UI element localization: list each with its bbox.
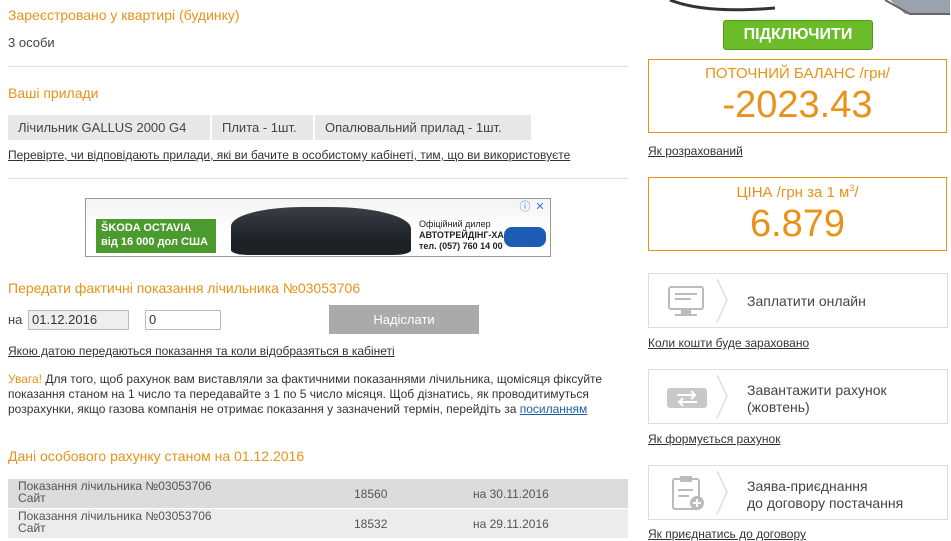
device-tag-meter: Лічильник GALLUS 2000 G4 <box>8 115 210 140</box>
check-devices-link[interactable]: Перевірте, чи відповідають прилади, які … <box>8 148 570 162</box>
pay-online-label: Заплатити онлайн <box>747 293 866 309</box>
submit-reading-button[interactable]: Надіслати <box>329 305 479 334</box>
info-icon[interactable]: ⓘ <box>518 200 532 214</box>
ad-brand: ŠKODA OCTAVIA <box>101 222 192 234</box>
payment-timing-link[interactable]: Коли кошти буде зараховано <box>648 336 809 350</box>
contract-line2: до договору постачання <box>747 495 904 511</box>
row-date: на 29.11.2016 <box>473 517 549 531</box>
price-title-main: ЦІНА /грн за 1 м <box>736 184 850 201</box>
download-bill-button[interactable]: Завантажити рахунок (жовтень) <box>648 369 948 424</box>
dealer-logo-icon <box>504 227 546 247</box>
price-title-end: / <box>854 184 859 201</box>
contract-application-label: Заява-приєднання до договору постачання <box>747 478 903 512</box>
row-date: на 30.11.2016 <box>473 487 549 501</box>
computer-icon <box>668 286 704 316</box>
download-bill-line1: Завантажити рахунок <box>747 382 887 398</box>
row-source: Сайт <box>18 521 46 535</box>
device-tag-stove: Плита - 1шт. <box>212 115 313 140</box>
car-image <box>231 207 411 255</box>
account-heading: Дані особового рахунку станом на 01.12.2… <box>8 448 305 464</box>
table-row: Показання лічильника №03053706 Сайт 18532… <box>8 509 628 538</box>
chevron-right-icon <box>716 470 728 515</box>
laptop-image <box>669 0 950 15</box>
contract-application-button[interactable]: Заява-приєднання до договору постачання <box>648 465 948 520</box>
download-bill-line2: (жовтень) <box>747 399 810 415</box>
row-source: Сайт <box>18 491 46 505</box>
reading-date-field[interactable]: 01.12.2016 <box>28 310 129 330</box>
balance-box: ПОТОЧНИЙ БАЛАНС /грн/ -2023.43 <box>648 59 947 133</box>
price-box: ЦІНА /грн за 1 м3/ 6.879 <box>648 177 947 251</box>
clipboard-icon <box>672 476 704 510</box>
contract-line1: Заява-приєднання <box>747 478 868 494</box>
chevron-right-icon <box>716 278 728 323</box>
price-value: 6.879 <box>749 203 846 245</box>
balance-value: -2023.43 <box>722 84 873 126</box>
row-title-text: Показання лічильника №03053706 <box>18 509 212 523</box>
contract-how-link[interactable]: Як приєднатись до договору <box>648 527 806 541</box>
reading-help-link[interactable]: Якою датою передаються показання та коли… <box>8 344 395 358</box>
notice-body: Для того, щоб рахунок вам виставляли за … <box>8 372 603 416</box>
balance-how-link[interactable]: Як розрахований <box>648 144 743 158</box>
row-value: 18560 <box>354 487 388 501</box>
ad-offer: від 16 000 дол США <box>101 236 208 248</box>
devices-heading: Ваші прилади <box>8 85 99 101</box>
download-bill-label: Завантажити рахунок (жовтень) <box>747 382 887 416</box>
registered-heading: Зареєстровано у квартирі (будинку) <box>8 7 240 23</box>
date-prefix: на <box>8 312 23 327</box>
ad-offer-block: ŠKODA OCTAVIA від 16 000 дол США <box>96 219 216 253</box>
balance-title: ПОТОЧНИЙ БАЛАНС /грн/ <box>705 65 890 82</box>
divider <box>8 178 628 179</box>
divider <box>8 66 628 67</box>
registered-count: 3 особи <box>8 35 55 50</box>
connect-button[interactable]: ПІДКЛЮЧИТИ <box>723 20 873 50</box>
reading-value-input[interactable]: 0 <box>145 310 221 330</box>
reading-form-heading: Передати фактичні показання лічильника №… <box>8 280 361 296</box>
chevron-right-icon <box>716 374 728 419</box>
pay-online-button[interactable]: Заплатити онлайн <box>648 273 948 328</box>
bill-how-link[interactable]: Як формується рахунок <box>648 432 780 446</box>
notice-link[interactable]: посиланням <box>520 402 588 416</box>
close-icon[interactable]: ✕ <box>533 200 547 214</box>
price-title: ЦІНА /грн за 1 м3/ <box>649 183 946 201</box>
notice-text: Увага! Для того, щоб рахунок вам виставл… <box>8 372 618 417</box>
table-row: Показання лічильника №03053706 Сайт 18560… <box>8 479 628 508</box>
row-title-text: Показання лічильника №03053706 <box>18 479 212 493</box>
notice-warning: Увага! <box>8 372 42 386</box>
row-title: Показання лічильника №03053706 Сайт <box>18 510 212 534</box>
device-tag-heater: Опалювальний прилад - 1шт. <box>315 115 531 140</box>
row-title: Показання лічильника №03053706 Сайт <box>18 480 212 504</box>
exchange-icon <box>667 388 707 408</box>
ad-banner[interactable]: ŠKODA OCTAVIA від 16 000 дол США Офіційн… <box>85 198 551 257</box>
row-value: 18532 <box>354 517 388 531</box>
